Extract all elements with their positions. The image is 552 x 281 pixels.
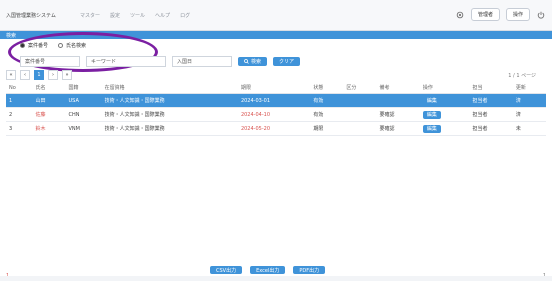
export-csv-button[interactable]: CSV出力 (210, 266, 243, 274)
radio-indicator[interactable] (58, 43, 64, 48)
cell-category (343, 107, 377, 122)
cell-nationality: VNM (65, 121, 102, 136)
cell-nationality: USA (65, 93, 102, 108)
cell-action[interactable]: 編集 (419, 121, 470, 136)
cell-note: 要確認 (376, 121, 420, 136)
cell-category (343, 121, 377, 136)
cell-state: 有効 (310, 93, 344, 108)
results-table: No 氏名 国籍 在留資格 期限 状態 区分 備考 操作 担当 更新 1 山田 … (6, 82, 546, 136)
date-field[interactable]: 入国日 (172, 56, 232, 67)
nav-item-0[interactable]: マスター (80, 12, 100, 19)
cell-nationality: CHN (65, 107, 102, 122)
top-right-controls: 管理者 操作 (455, 8, 546, 21)
last-page-button[interactable]: » (62, 70, 72, 80)
prev-page-button[interactable]: ‹ (20, 70, 30, 80)
top-bar: 入国管理業務システム マスター 設定 ツール ヘルプ ログ 管理者 操作 (0, 0, 552, 31)
col-state[interactable]: 状態 (310, 82, 344, 94)
col-owner[interactable]: 担当 (469, 82, 513, 94)
page-info: 1 / 1 ページ (508, 72, 536, 79)
main-nav: マスター 設定 ツール ヘルプ ログ (80, 12, 190, 19)
pagination-bar: « ‹ 1 › » 1 / 1 ページ (6, 70, 546, 80)
clear-button[interactable]: クリア (273, 57, 301, 66)
cell-status: 技術・人文知識・国際業務 (101, 107, 238, 122)
page-1-button[interactable]: 1 (34, 70, 44, 80)
radio-label-name: 氏名検索 (66, 43, 87, 49)
search-mode-radios: 案件番号 氏名検索 (20, 42, 86, 49)
edit-button[interactable]: 編集 (422, 125, 441, 133)
col-category[interactable]: 区分 (343, 82, 377, 94)
search-button[interactable]: 検索 (238, 57, 268, 66)
first-page-button[interactable]: « (6, 70, 16, 80)
col-nationality[interactable]: 国籍 (65, 82, 102, 94)
nav-item-1[interactable]: 設定 (110, 12, 120, 19)
cell-updated: 済 (512, 93, 546, 108)
cell-state: 有効 (310, 107, 344, 122)
table-row[interactable]: 3 鈴木 VNM 技術・人文知識・国際業務 2024-05-20 期限 要確認 … (6, 121, 546, 136)
radio-option-case[interactable]: 案件番号 (20, 42, 48, 49)
col-note[interactable]: 備考 (376, 82, 420, 94)
radio-indicator-checked[interactable] (20, 43, 25, 48)
section-title: 検索 (6, 33, 17, 39)
cell-note: 要確認 (376, 107, 420, 122)
cell-owner: 担当者 (469, 121, 513, 136)
col-updated[interactable]: 更新 (512, 82, 546, 94)
cell-status: 技術・人文知識・国際業務 (101, 93, 238, 108)
table-row[interactable]: 2 佐藤 CHN 技術・人文知識・国際業務 2024-04-10 有効 要確認 … (6, 107, 546, 122)
action-menu-button[interactable]: 操作 (505, 8, 530, 21)
col-action[interactable]: 操作 (419, 82, 470, 94)
col-no[interactable]: No (6, 82, 33, 94)
table-row[interactable]: 1 山田 USA 技術・人文知識・国際業務 2024-03-01 有効 編集 担… (6, 93, 546, 108)
user-menu-button[interactable]: 管理者 (470, 8, 500, 21)
cell-name[interactable]: 鈴木 (32, 121, 66, 136)
cell-expiry: 2024-04-10 (237, 107, 311, 122)
cell-state: 期限 (310, 121, 344, 136)
cell-status: 技術・人文知識・国際業務 (101, 121, 238, 136)
cell-note (376, 93, 420, 108)
search-icon (244, 59, 249, 64)
export-excel-button[interactable]: Excel出力 (250, 266, 286, 274)
cell-action[interactable]: 編集 (419, 107, 470, 122)
cell-name[interactable]: 山田 (32, 93, 66, 108)
cell-expiry: 2024-03-01 (237, 93, 311, 108)
search-field-type[interactable]: 案件番号 (20, 56, 80, 67)
edit-button[interactable]: 編集 (422, 97, 441, 105)
radio-label-case: 案件番号 (28, 43, 49, 49)
nav-item-3[interactable]: ヘルプ (155, 12, 170, 19)
footer-bar (0, 276, 552, 281)
search-row: 案件番号 キーワード 入国日 検索 クリア (20, 56, 301, 67)
cell-expiry: 2024-05-20 (237, 121, 311, 136)
nav-item-4[interactable]: ログ (180, 12, 190, 19)
search-keyword-input[interactable]: キーワード (86, 56, 166, 67)
col-name[interactable]: 氏名 (32, 82, 66, 94)
nav-item-2[interactable]: ツール (130, 12, 145, 19)
app-title: 入国管理業務システム (6, 13, 56, 19)
cell-no: 3 (6, 121, 33, 136)
edit-button[interactable]: 編集 (422, 111, 441, 119)
cell-no: 1 (6, 93, 33, 108)
radio-option-name[interactable]: 氏名検索 (58, 42, 86, 49)
cell-no: 2 (6, 107, 33, 122)
table-header-row: No 氏名 国籍 在留資格 期限 状態 区分 備考 操作 担当 更新 (6, 82, 546, 94)
settings-icon[interactable] (455, 10, 465, 20)
cell-category (343, 93, 377, 108)
cell-updated: 未 (512, 121, 546, 136)
cell-owner: 担当者 (469, 93, 513, 108)
cell-name[interactable]: 佐藤 (32, 107, 66, 122)
export-pdf-button[interactable]: PDF出力 (293, 266, 326, 274)
export-bar: CSV出力 Excel出力 PDF出力 (210, 266, 326, 274)
col-status[interactable]: 在留資格 (101, 82, 238, 94)
power-icon[interactable] (536, 10, 546, 20)
col-expiry[interactable]: 期限 (237, 82, 311, 94)
next-page-button[interactable]: › (48, 70, 58, 80)
cell-updated: 済 (512, 107, 546, 122)
cell-action[interactable]: 編集 (419, 93, 470, 108)
cell-owner: 担当者 (469, 107, 513, 122)
